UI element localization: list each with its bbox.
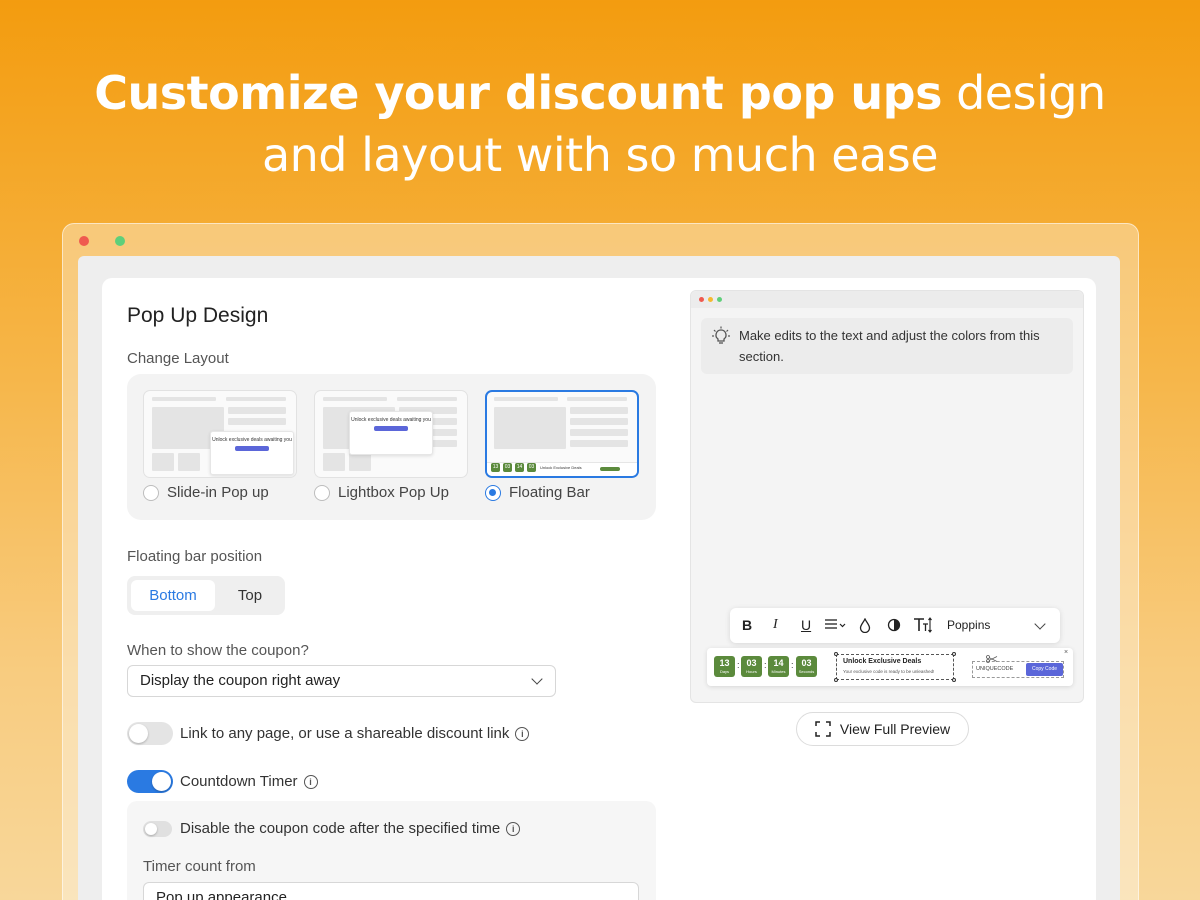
contrast-icon[interactable] bbox=[887, 618, 901, 632]
layout-radio-slide-in[interactable]: Slide-in Pop up bbox=[143, 484, 269, 501]
underline-button[interactable]: U bbox=[801, 617, 811, 633]
thumb-bar-title: Unlock Exclusive Deals bbox=[540, 465, 582, 470]
thumb-slide-text: Unlock exclusive deals awaiting you bbox=[212, 437, 292, 443]
lightbulb-icon bbox=[712, 326, 730, 344]
layout-thumb-floating-bar[interactable]: 13 03 14 03 Unlock Exclusive Deals bbox=[485, 390, 639, 478]
bold-button[interactable]: B bbox=[742, 617, 752, 633]
thumb-countdown-minutes: 14 bbox=[515, 463, 524, 472]
headline-bold: Customize your discount pop ups bbox=[94, 66, 942, 120]
layout-radio-lightbox[interactable]: Lightbox Pop Up bbox=[314, 484, 449, 501]
deal-subtitle[interactable]: Your exclusive code is ready to be unlea… bbox=[843, 669, 934, 674]
headline-light-2: and layout with so much ease bbox=[261, 128, 939, 182]
link-toggle-label: Link to any page, or use a shareable dis… bbox=[180, 725, 510, 742]
window-zoom-dot[interactable] bbox=[115, 236, 125, 246]
font-select-value[interactable]: Poppins bbox=[947, 618, 990, 632]
countdown-toggle-row: Countdown Timer i bbox=[180, 773, 318, 790]
copy-code-button[interactable]: Copy Code bbox=[1026, 663, 1063, 676]
thumb-countdown-seconds: 03 bbox=[527, 463, 536, 472]
disable-code-row: Disable the coupon code after the specif… bbox=[180, 820, 521, 837]
radio-lightbox-label: Lightbox Pop Up bbox=[338, 484, 449, 501]
tip-text: Make edits to the text and adjust the co… bbox=[739, 328, 1040, 364]
floating-position-label: Floating bar position bbox=[127, 548, 263, 565]
page-title: Pop Up Design bbox=[127, 304, 269, 327]
countdown-toggle-label: Countdown Timer bbox=[180, 773, 298, 790]
layout-radio-floating-bar[interactable]: Floating Bar bbox=[485, 484, 590, 501]
chevron-down-icon[interactable] bbox=[1034, 618, 1046, 630]
text-format-toolbar: B I U Poppins bbox=[730, 608, 1060, 643]
radio-slide-in-label: Slide-in Pop up bbox=[167, 484, 269, 501]
deal-title[interactable]: Unlock Exclusive Deals bbox=[843, 658, 921, 665]
radio-floating-bar[interactable] bbox=[485, 484, 501, 501]
radio-floating-bar-label: Floating Bar bbox=[509, 484, 590, 501]
view-full-preview-label: View Full Preview bbox=[839, 721, 951, 737]
hero-headline: Customize your discount pop ups design a… bbox=[0, 62, 1200, 186]
disable-code-label: Disable the coupon code after the specif… bbox=[180, 820, 501, 837]
when-show-value: Display the coupon right away bbox=[140, 672, 341, 689]
chevron-down-icon bbox=[531, 673, 543, 685]
view-full-preview-button[interactable]: View Full Preview bbox=[796, 712, 969, 746]
thumb-countdown-days: 13 bbox=[491, 463, 500, 472]
timer-count-label: Timer count from bbox=[143, 858, 256, 875]
layout-thumb-lightbox[interactable]: Unlock exclusive deals awaiting you bbox=[314, 390, 468, 478]
position-top-button[interactable]: Top bbox=[219, 580, 281, 611]
thumb-countdown-hours: 03 bbox=[503, 463, 512, 472]
countdown-minutes: 14 Minutes bbox=[768, 656, 789, 677]
radio-slide-in[interactable] bbox=[143, 484, 159, 501]
radio-lightbox[interactable] bbox=[314, 484, 330, 501]
when-show-label: When to show the coupon? bbox=[127, 642, 309, 659]
color-drop-icon[interactable] bbox=[859, 618, 871, 633]
link-toggle-row: Link to any page, or use a shareable dis… bbox=[180, 725, 530, 742]
close-icon[interactable]: × bbox=[1064, 649, 1068, 656]
text-size-icon[interactable] bbox=[913, 617, 933, 633]
countdown-seconds: 03 Seconds bbox=[796, 656, 817, 677]
headline-light-1: design bbox=[941, 66, 1106, 120]
when-show-select[interactable]: Display the coupon right away bbox=[127, 665, 556, 697]
scissors-icon bbox=[986, 655, 998, 663]
timer-count-value: Pop up appearance bbox=[156, 889, 287, 900]
window-close-dot[interactable] bbox=[79, 236, 89, 246]
change-layout-label: Change Layout bbox=[127, 350, 229, 367]
coupon-code: UNIQUECODE bbox=[976, 666, 1014, 672]
info-icon[interactable]: i bbox=[506, 821, 521, 836]
thumb-lightbox-text: Unlock exclusive deals awaiting you bbox=[351, 417, 431, 423]
info-icon[interactable]: i bbox=[515, 726, 530, 741]
position-bottom-button[interactable]: Bottom bbox=[131, 580, 215, 611]
countdown-days: 13 Days bbox=[714, 656, 735, 677]
info-icon[interactable]: i bbox=[303, 774, 318, 789]
countdown-toggle[interactable] bbox=[127, 770, 173, 793]
align-icon[interactable] bbox=[825, 619, 847, 632]
timer-count-select[interactable]: Pop up appearance bbox=[143, 882, 639, 900]
countdown-hours: 03 Hours bbox=[741, 656, 762, 677]
position-segmented-control: Bottom Top bbox=[127, 576, 285, 615]
link-toggle[interactable] bbox=[127, 722, 173, 745]
expand-icon bbox=[815, 721, 831, 737]
disable-code-toggle[interactable] bbox=[143, 821, 172, 837]
italic-button[interactable]: I bbox=[773, 617, 778, 633]
layout-thumb-slide-in[interactable]: Unlock exclusive deals awaiting you bbox=[143, 390, 297, 478]
